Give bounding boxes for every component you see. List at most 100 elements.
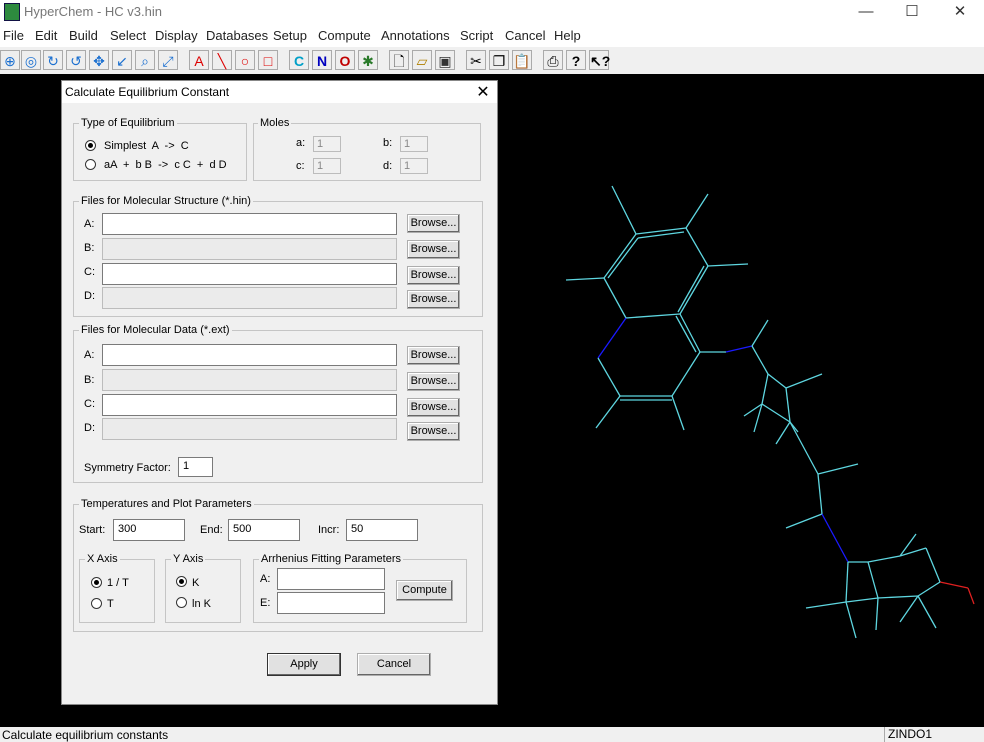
close-window-button[interactable]: ✕ xyxy=(937,2,983,22)
minimize-button[interactable]: — xyxy=(843,2,889,22)
zoom-icon[interactable]: ⌕ xyxy=(135,50,155,70)
y-axis-k-label: K xyxy=(192,577,200,589)
general-reaction-radio[interactable] xyxy=(85,159,96,170)
menu-setup[interactable]: Setup xyxy=(273,28,307,43)
general-reaction-option-label: aA + b B -> c C + d D xyxy=(104,159,227,171)
nitrogen-element-button[interactable]: N xyxy=(312,50,332,70)
data-b-browse-button[interactable]: Browse... xyxy=(407,372,460,391)
moles-a-input[interactable]: 1 xyxy=(313,136,341,152)
copy-icon[interactable]: ❐ xyxy=(489,50,509,70)
carbon-label: C xyxy=(293,53,305,69)
structure-b-field[interactable] xyxy=(102,238,397,260)
x-axis-t-radio[interactable] xyxy=(91,598,102,609)
save-file-icon[interactable]: ▣ xyxy=(435,50,455,70)
dialog-title: Calculate Equilibrium Constant xyxy=(65,85,230,99)
menu-script[interactable]: Script xyxy=(460,28,493,43)
increment-field[interactable]: 50 xyxy=(346,519,418,541)
bond-line xyxy=(917,595,937,629)
paste-icon[interactable]: 📋 xyxy=(512,50,532,70)
bond-line xyxy=(785,387,791,423)
bond-line xyxy=(725,345,753,353)
new-file-icon[interactable]: 🗋 xyxy=(389,50,409,70)
data-d-field[interactable] xyxy=(102,418,397,440)
cut-icon[interactable]: ✂ xyxy=(466,50,486,70)
arrhenius-e-field[interactable] xyxy=(277,592,385,614)
dialog-close-icon[interactable]: ✕ xyxy=(474,82,492,102)
data-a-field[interactable] xyxy=(102,344,397,366)
x-axis-inverse-t-radio[interactable] xyxy=(91,577,102,588)
bond-line xyxy=(925,547,941,583)
menu-select[interactable]: Select xyxy=(110,28,146,43)
menu-build[interactable]: Build xyxy=(69,28,98,43)
data-b-field[interactable] xyxy=(102,369,397,391)
type-of-equilibrium-group xyxy=(73,123,247,181)
menu-annotations[interactable]: Annotations xyxy=(381,28,450,43)
data-c-browse-button[interactable]: Browse... xyxy=(407,398,460,417)
symmetry-factor-label: Symmetry Factor: xyxy=(84,462,171,474)
bond-line xyxy=(845,601,857,639)
x-axis-inverse-t-label: 1 / T xyxy=(107,577,129,589)
clip-icon[interactable]: ⤢ xyxy=(158,50,178,70)
y-axis-lnk-radio[interactable] xyxy=(176,597,187,608)
data-a-label: A: xyxy=(84,349,95,361)
structure-c-field[interactable] xyxy=(102,263,397,285)
rotate-z-icon[interactable]: ↺ xyxy=(66,50,86,70)
draw-tool-icon[interactable]: ⊕ xyxy=(0,50,20,70)
select-tool-icon[interactable]: ◎ xyxy=(21,50,41,70)
print-icon[interactable]: ⎙ xyxy=(543,50,563,70)
context-help-icon[interactable]: ↖? xyxy=(589,50,610,70)
menu-cancel[interactable]: Cancel xyxy=(505,28,545,43)
line-annotation-icon[interactable]: ╲ xyxy=(212,50,232,70)
structure-d-browse-button[interactable]: Browse... xyxy=(407,290,460,309)
menu-edit[interactable]: Edit xyxy=(35,28,57,43)
ellipse-annotation-icon[interactable]: ○ xyxy=(235,50,255,70)
bond-line xyxy=(675,315,697,353)
simplest-radio[interactable] xyxy=(85,140,96,151)
structure-c-browse-button[interactable]: Browse... xyxy=(407,266,460,285)
bond-line xyxy=(671,395,685,431)
open-file-icon[interactable]: ▱ xyxy=(412,50,432,70)
help-icon[interactable]: ? xyxy=(566,50,586,70)
bond-line xyxy=(597,357,621,397)
data-a-browse-button[interactable]: Browse... xyxy=(407,346,460,365)
structure-b-browse-button[interactable]: Browse... xyxy=(407,240,460,259)
data-b-label: B: xyxy=(84,374,95,386)
symmetry-factor-field[interactable]: 1 xyxy=(178,457,213,477)
periodic-table-icon[interactable]: ✱ xyxy=(358,50,378,70)
carbon-element-button[interactable]: C xyxy=(289,50,309,70)
arrhenius-a-field[interactable] xyxy=(277,568,385,590)
structure-a-browse-button[interactable]: Browse... xyxy=(407,214,460,233)
data-d-browse-button[interactable]: Browse... xyxy=(407,422,460,441)
translate-xy-icon[interactable]: ✥ xyxy=(89,50,109,70)
data-c-field[interactable] xyxy=(102,394,397,416)
x-axis-label: X Axis xyxy=(85,553,120,565)
menu-databases[interactable]: Databases xyxy=(206,28,268,43)
structure-a-label: A: xyxy=(84,218,95,230)
compute-button[interactable]: Compute xyxy=(396,580,453,601)
start-temperature-field[interactable]: 300 xyxy=(113,519,185,541)
translate-z-icon[interactable]: ↙ xyxy=(112,50,132,70)
rectangle-annotation-icon[interactable]: □ xyxy=(258,50,278,70)
y-axis-k-radio[interactable] xyxy=(176,576,187,587)
moles-c-input[interactable]: 1 xyxy=(313,158,341,174)
menu-compute[interactable]: Compute xyxy=(318,28,371,43)
moles-d-input[interactable]: 1 xyxy=(400,158,428,174)
cancel-button[interactable]: Cancel xyxy=(357,653,431,676)
structure-a-field[interactable] xyxy=(102,213,397,235)
menu-help[interactable]: Help xyxy=(554,28,581,43)
maximize-button[interactable]: ☐ xyxy=(889,2,935,22)
bond-line xyxy=(845,597,879,603)
oxygen-element-button[interactable]: O xyxy=(335,50,355,70)
end-temperature-field[interactable]: 500 xyxy=(228,519,300,541)
apply-button[interactable]: Apply xyxy=(267,653,341,676)
moles-label: Moles xyxy=(258,117,292,129)
start-label: Start: xyxy=(79,524,106,536)
moles-b-input[interactable]: 1 xyxy=(400,136,428,152)
menu-display[interactable]: Display xyxy=(155,28,198,43)
menu-file[interactable]: File xyxy=(3,28,24,43)
rotate-xy-icon[interactable]: ↻ xyxy=(43,50,63,70)
text-annotation-icon[interactable]: A xyxy=(189,50,209,70)
bond-line xyxy=(679,313,701,353)
bond-line xyxy=(817,463,859,475)
structure-d-field[interactable] xyxy=(102,287,397,309)
